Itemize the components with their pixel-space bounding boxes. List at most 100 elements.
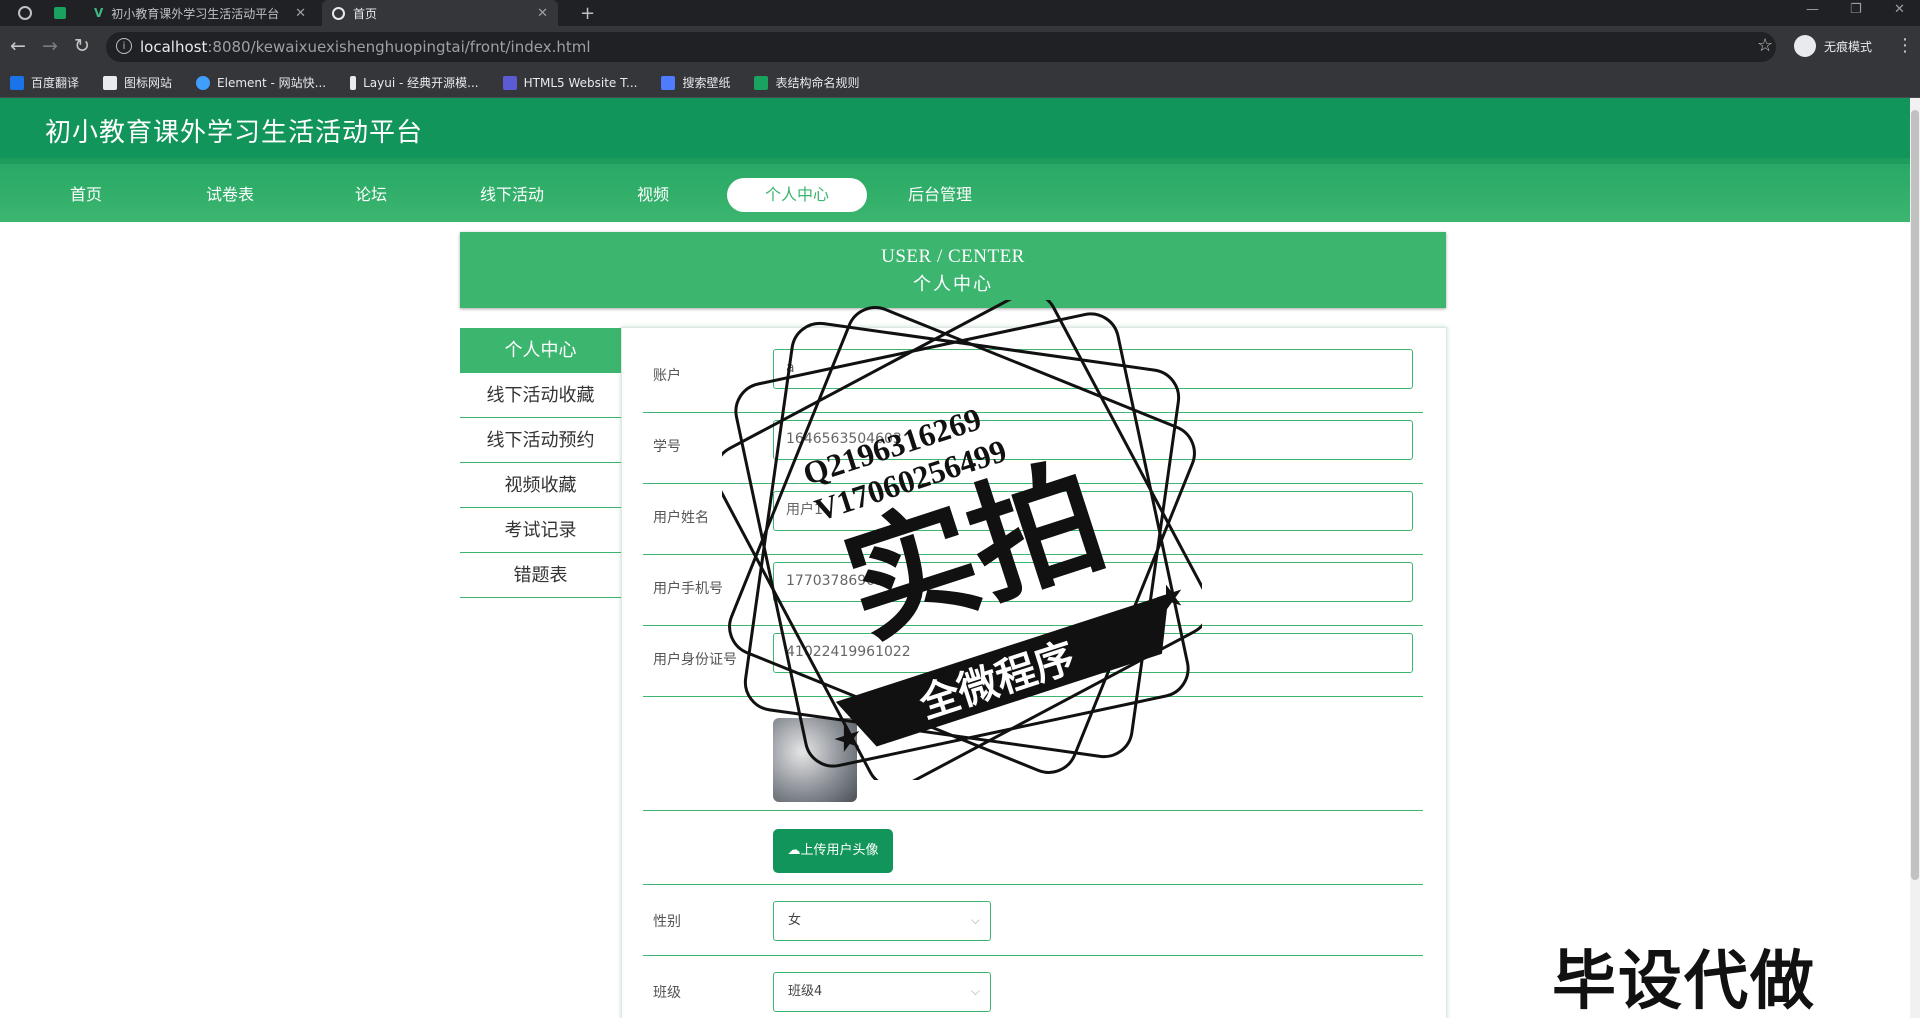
form-row-avatar	[643, 697, 1423, 811]
vue-logo-icon: V	[94, 6, 104, 20]
close-window-icon[interactable]: ✕	[1894, 2, 1905, 17]
form-row-phone: 用户手机号 17703786901	[643, 555, 1423, 626]
bookmarks-bar: 百度翻译 图标网站 Element - 网站快... Layui - 经典开源模…	[0, 68, 1920, 98]
form-row-name: 用户姓名 用户1	[643, 484, 1423, 555]
incognito-label: 无痕模式	[1824, 39, 1873, 54]
html5-icon	[502, 75, 517, 90]
name-field[interactable]: 用户1	[773, 491, 1413, 531]
flag-icon	[103, 75, 118, 90]
form-row-upload: ☁上传用户头像	[643, 811, 1423, 885]
globe-icon	[18, 6, 32, 20]
tab-platform[interactable]: V 初小教育课外学习生活活动平台 ✕	[84, 0, 316, 26]
bookmark-item[interactable]: 搜索壁纸	[661, 74, 730, 91]
side-item-activity-booking[interactable]: 线下活动预约	[460, 418, 621, 463]
bookmark-item[interactable]: Layui - 经典开源模...	[350, 74, 479, 91]
new-tab-button[interactable]: +	[570, 0, 600, 26]
bookmark-label: 百度翻译	[31, 76, 80, 90]
side-menu: 个人中心 线下活动收藏 线下活动预约 视频收藏 考试记录 错题表	[460, 328, 621, 598]
tab-pinned-2[interactable]	[44, 0, 78, 26]
upload-button-label: 上传用户头像	[800, 843, 879, 858]
reload-icon[interactable]: ↻	[70, 34, 94, 58]
phone-field[interactable]: 17703786901	[773, 562, 1413, 602]
bookmark-label: Element - 网站快...	[217, 76, 327, 90]
class-select[interactable]: 班级4 ⌵	[773, 972, 991, 1012]
sheet-icon	[54, 7, 66, 19]
corner-watermark: 毕设代做	[1552, 945, 1816, 1019]
nav-home[interactable]: 首页	[16, 178, 156, 212]
side-item-user-center[interactable]: 个人中心	[460, 328, 621, 373]
site-info-icon[interactable]: i	[116, 38, 132, 54]
profile-form: 账户 a 学号 1646563504603 用户姓名 用户1 用户手机号 177…	[621, 327, 1447, 1018]
form-row-account: 账户 a	[643, 342, 1423, 413]
forward-icon[interactable]: →	[38, 34, 62, 58]
form-row-gender: 性别 女 ⌵	[643, 885, 1423, 956]
nav-forum[interactable]: 论坛	[301, 178, 441, 212]
bookmark-item[interactable]: 图标网站	[103, 74, 172, 91]
bookmark-label: Layui - 经典开源模...	[363, 76, 479, 90]
bookmark-item[interactable]: Element - 网站快...	[196, 74, 326, 91]
bookmark-label: 表结构命名规则	[775, 76, 860, 90]
bookmark-star-icon[interactable]: ☆	[1757, 35, 1773, 56]
page-scrollbar[interactable]	[1910, 98, 1920, 1018]
incognito-indicator[interactable]: 无痕模式	[1794, 34, 1872, 58]
bookmark-label: HTML5 Website T...	[523, 75, 638, 90]
nav-offline-activity[interactable]: 线下活动	[442, 178, 582, 212]
side-item-exam-records[interactable]: 考试记录	[460, 508, 621, 553]
minimize-icon[interactable]: —	[1806, 2, 1819, 17]
form-row-student-no: 学号 1646563504603	[643, 413, 1423, 484]
idcard-label: 用户身份证号	[653, 652, 737, 668]
tab-pinned-1[interactable]	[8, 0, 42, 26]
name-label: 用户姓名	[653, 510, 709, 526]
layui-icon	[350, 75, 357, 90]
class-label: 班级	[653, 985, 681, 1001]
main-nav: 首页 试卷表 论坛 线下活动 视频 个人中心 后台管理	[0, 158, 1910, 222]
side-item-activity-favorites[interactable]: 线下活动收藏	[460, 373, 621, 418]
wallpaper-icon	[661, 75, 676, 90]
nav-admin[interactable]: 后台管理	[870, 178, 1010, 212]
nav-video[interactable]: 视频	[583, 178, 723, 212]
nav-user-center[interactable]: 个人中心	[727, 178, 867, 212]
phone-label: 用户手机号	[653, 581, 723, 597]
student-no-field[interactable]: 1646563504603	[773, 420, 1413, 460]
back-icon[interactable]: ←	[6, 34, 30, 58]
tab-label: 初小教育课外学习生活活动平台	[111, 6, 280, 21]
site-header: 初小教育课外学习生活活动平台	[0, 98, 1910, 158]
banner-title-en: USER / CENTER	[881, 246, 1025, 267]
gender-select[interactable]: 女 ⌵	[773, 901, 991, 941]
upload-avatar-button[interactable]: ☁上传用户头像	[773, 829, 893, 873]
bookmark-item[interactable]: HTML5 Website T...	[502, 75, 638, 90]
bookmark-label: 搜索壁纸	[682, 76, 731, 90]
url-path: :8080/kewaixuexishenghuopingtai/front/in…	[207, 38, 591, 56]
idcard-field[interactable]: 41022419961022	[773, 633, 1413, 673]
bookmark-item[interactable]: 表结构命名规则	[754, 74, 859, 91]
account-field[interactable]: a	[773, 349, 1413, 389]
element-icon	[196, 75, 211, 90]
site-title: 初小教育课外学习生活活动平台	[45, 118, 424, 148]
form-row-class: 班级 班级4 ⌵	[643, 956, 1423, 1018]
nav-exam-papers[interactable]: 试卷表	[160, 178, 300, 212]
gender-label: 性别	[653, 914, 681, 930]
globe-icon	[332, 6, 345, 20]
close-icon[interactable]: ✕	[295, 6, 306, 21]
browser-tab-strip: V 初小教育课外学习生活活动平台 ✕ 首页 ✕ + — ❐ ✕	[0, 0, 1920, 26]
class-value: 班级4	[788, 984, 823, 999]
address-bar[interactable]: i localhost:8080/kewaixuexishenghuopingt…	[106, 32, 1776, 62]
scrollbar-thumb[interactable]	[1911, 110, 1919, 880]
tab-home[interactable]: 首页 ✕	[322, 0, 558, 26]
form-row-idcard: 用户身份证号 41022419961022	[643, 626, 1423, 697]
tab-label: 首页	[353, 6, 378, 21]
account-label: 账户	[653, 368, 681, 384]
restore-icon[interactable]: ❐	[1850, 2, 1862, 17]
url-host: localhost	[140, 38, 208, 56]
cloud-upload-icon: ☁	[787, 843, 801, 858]
side-item-video-favorites[interactable]: 视频收藏	[460, 463, 621, 508]
chevron-down-icon: ⌵	[970, 913, 980, 927]
banner-title-cn: 个人中心	[913, 274, 993, 294]
bookmark-label: 图标网站	[124, 76, 173, 90]
gender-value: 女	[788, 913, 802, 928]
avatar[interactable]	[773, 718, 857, 802]
bookmark-item[interactable]: 百度翻译	[10, 74, 79, 91]
side-item-wrong-questions[interactable]: 错题表	[460, 553, 621, 598]
close-icon[interactable]: ✕	[537, 6, 548, 21]
menu-kebab-icon[interactable]: ⋮	[1896, 35, 1914, 56]
